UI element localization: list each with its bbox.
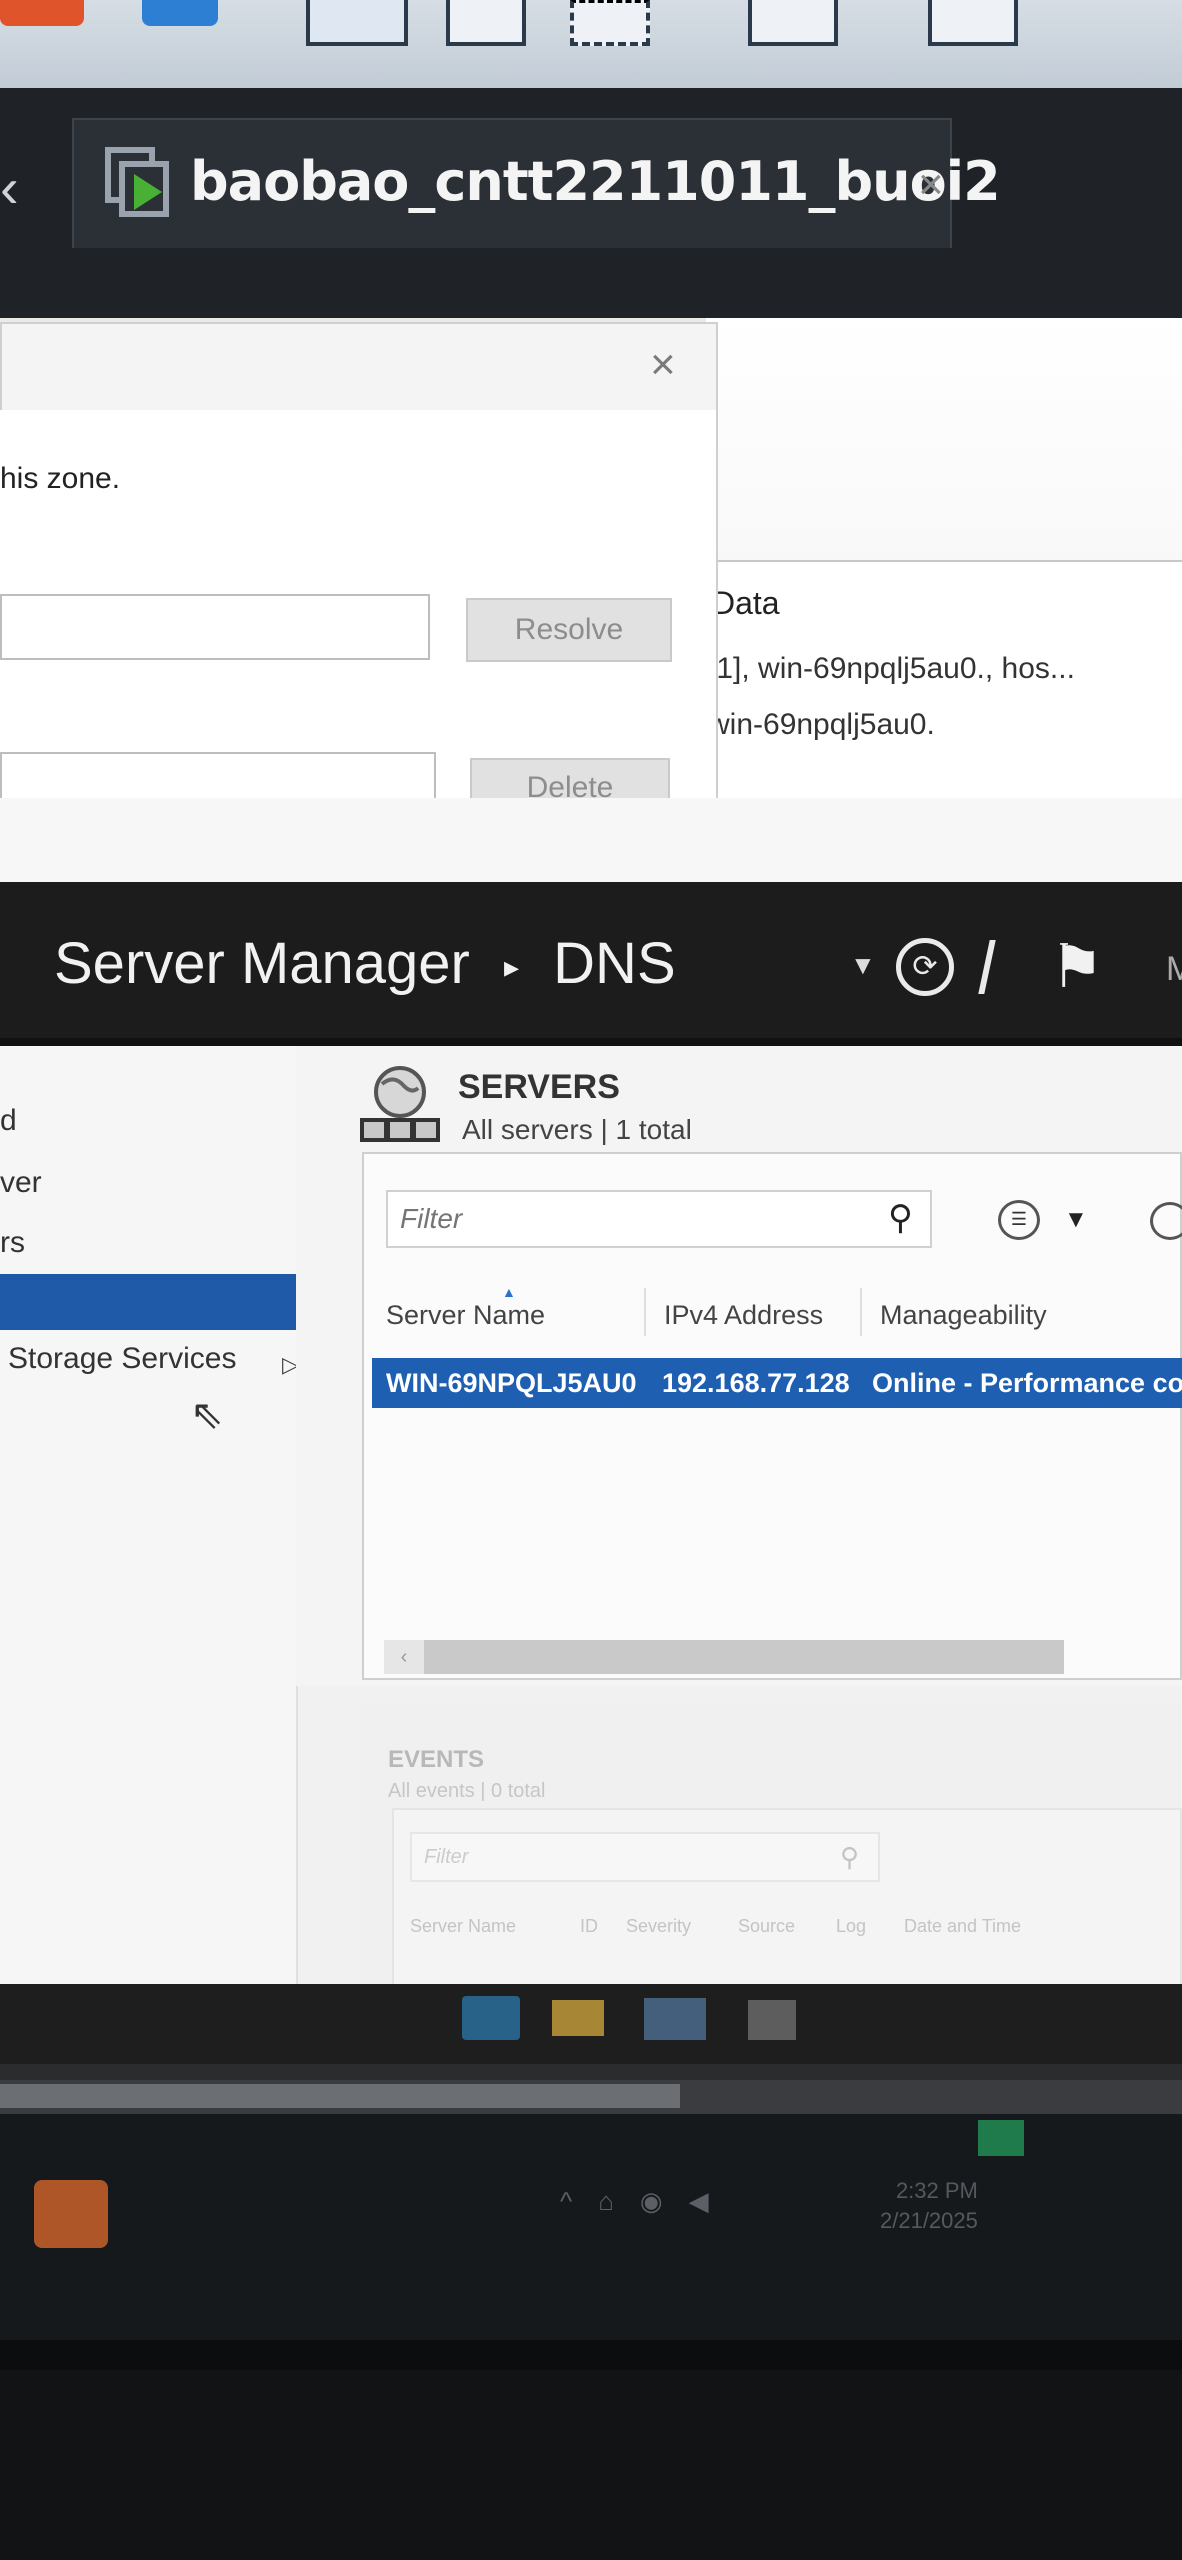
screen-bezel bbox=[0, 2340, 1182, 2370]
flag-icon[interactable]: ⚑ bbox=[1050, 932, 1104, 1002]
cell-ipv4: 192.168.77.128 bbox=[662, 1368, 850, 1398]
fqdn-input[interactable] bbox=[0, 594, 430, 660]
cell-server-name: WIN-69NPQLJ5AU0 bbox=[386, 1368, 637, 1398]
filter-input[interactable] bbox=[398, 1202, 872, 1236]
filter-input[interactable]: Filter bbox=[424, 1846, 468, 1869]
scroll-left-icon[interactable]: ‹ bbox=[384, 1640, 424, 1674]
filter-box[interactable] bbox=[410, 1832, 880, 1882]
search-icon[interactable]: ⚲ bbox=[840, 1842, 859, 1873]
sidebar-item-local-server[interactable]: ver bbox=[0, 1166, 42, 1200]
sidebar-item-dns[interactable] bbox=[0, 1274, 304, 1330]
column-header-data[interactable]: Data bbox=[712, 585, 780, 622]
sort-asc-icon: ▲ bbox=[502, 1284, 516, 1300]
breadcrumb: Server Manager ▸ DNS bbox=[54, 930, 676, 997]
sidebar-item-all-servers[interactable]: rs bbox=[0, 1226, 25, 1260]
vm-icon bbox=[105, 147, 169, 217]
cell-manageability: Online - Performance co bbox=[872, 1368, 1182, 1398]
mouse-cursor-icon: ⇖ bbox=[190, 1393, 224, 1437]
breadcrumb-separator: ▸ bbox=[503, 951, 520, 985]
ie-icon[interactable] bbox=[462, 1996, 520, 2040]
list-view-icon[interactable]: ☰ bbox=[998, 1200, 1040, 1240]
close-icon[interactable]: × bbox=[918, 160, 944, 210]
column-header-log[interactable]: Log bbox=[836, 1916, 866, 1937]
folder-icon[interactable] bbox=[552, 2000, 604, 2036]
close-icon[interactable]: × bbox=[650, 340, 676, 390]
ip-address-input[interactable] bbox=[0, 752, 436, 802]
app-title: Server Manager bbox=[54, 931, 470, 996]
chevron-down-icon[interactable]: ▼ bbox=[850, 950, 876, 981]
list-item[interactable]: win-69npqlj5au0. bbox=[708, 708, 935, 742]
tab-title: baobao_cntt2211011_buoi2 bbox=[190, 150, 1001, 213]
table-empty-area bbox=[372, 1410, 1180, 1640]
tray-app-icon[interactable] bbox=[978, 2120, 1024, 2156]
column-header-date-time[interactable]: Date and Time bbox=[904, 1916, 1021, 1937]
dialog-description: his zone. bbox=[0, 462, 121, 495]
app-icon[interactable] bbox=[34, 2180, 108, 2248]
clock-date: 2/21/2025 bbox=[880, 2208, 978, 2233]
column-header-severity[interactable]: Severity bbox=[626, 1916, 691, 1937]
tile-subtitle: All servers | 1 total bbox=[462, 1114, 692, 1145]
column-header-server-name[interactable]: Server Name bbox=[410, 1916, 516, 1937]
laptop-body bbox=[0, 2370, 1182, 2560]
window-icon[interactable] bbox=[446, 0, 526, 46]
window-gap bbox=[0, 798, 1182, 882]
vm-toolbar bbox=[0, 0, 1182, 88]
search-icon[interactable]: ⚲ bbox=[888, 1198, 913, 1238]
refresh-icon[interactable]: ⟳ bbox=[896, 938, 954, 996]
delete-button[interactable]: Delete bbox=[470, 758, 670, 802]
server-manager-icon[interactable] bbox=[644, 1998, 706, 2040]
horizontal-scrollbar[interactable] bbox=[384, 1640, 1064, 1674]
scrollbar-thumb[interactable] bbox=[0, 2084, 680, 2108]
servers-icon bbox=[360, 1066, 440, 1142]
header-divider bbox=[0, 1038, 1182, 1046]
fullscreen-icon[interactable] bbox=[928, 0, 1018, 46]
clock-time: 2:32 PM bbox=[895, 2178, 978, 2203]
chevron-left-icon[interactable]: ‹ bbox=[0, 155, 19, 220]
console-icon[interactable] bbox=[748, 0, 838, 46]
column-divider[interactable] bbox=[860, 1288, 862, 1336]
resolve-button[interactable]: Resolve bbox=[466, 598, 672, 662]
fit-window-icon[interactable] bbox=[570, 0, 650, 46]
forward-arrow-icon[interactable] bbox=[142, 0, 218, 26]
chevron-down-icon[interactable]: ▼ bbox=[1064, 1206, 1088, 1234]
layout-icon[interactable] bbox=[306, 0, 408, 46]
column-header-ipv4[interactable]: IPv4 Address bbox=[664, 1300, 823, 1331]
system-tray-icons[interactable]: ^⌂◉◀ bbox=[560, 2186, 735, 2217]
column-header-source[interactable]: Source bbox=[738, 1916, 795, 1937]
tile-subtitle: All events | 0 total bbox=[388, 1780, 546, 1802]
tile-title: SERVERS bbox=[458, 1068, 620, 1106]
column-header-manageability[interactable]: Manageability bbox=[880, 1300, 1047, 1331]
clock[interactable]: 2:32 PM 2/21/2025 bbox=[880, 2176, 978, 2236]
column-header-server-name[interactable]: Server Name bbox=[386, 1300, 545, 1331]
list-item[interactable]: [1], win-69npqlj5au0., hos... bbox=[708, 652, 1075, 686]
sidebar-item-dashboard[interactable]: d bbox=[0, 1104, 17, 1138]
sidebar bbox=[0, 1046, 298, 2036]
column-divider[interactable] bbox=[644, 1288, 646, 1336]
manage-menu[interactable]: M bbox=[1166, 950, 1182, 989]
save-query-icon[interactable] bbox=[1150, 1202, 1182, 1240]
column-header-id[interactable]: ID bbox=[580, 1916, 598, 1937]
tile-title: EVENTS bbox=[388, 1746, 485, 1773]
sidebar-item-storage-services[interactable]: Storage Services bbox=[8, 1342, 236, 1376]
tools-icon[interactable] bbox=[748, 2000, 796, 2040]
back-arrow-icon[interactable] bbox=[0, 0, 84, 26]
page-title: DNS bbox=[553, 931, 676, 996]
